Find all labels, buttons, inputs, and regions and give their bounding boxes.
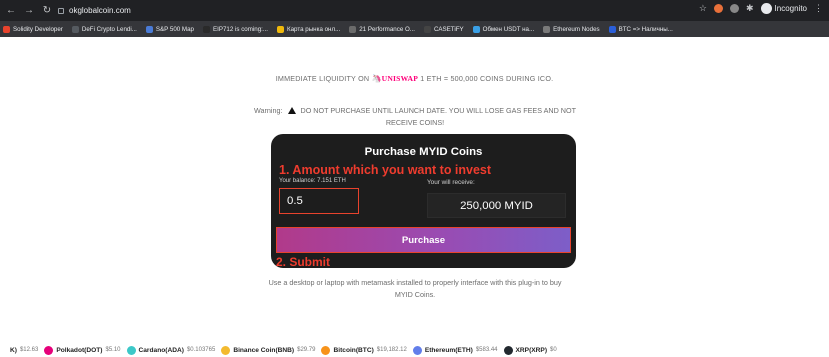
warning-message: Warning: DO NOT PURCHASE UNTIL LAUNCH DA…: [254, 106, 576, 127]
receive-label: Your will receive:: [427, 179, 475, 186]
uniswap-logo-text: UNISWAP: [381, 74, 419, 83]
star-icon[interactable]: ☆: [699, 3, 707, 14]
purchase-card: Purchase MYID Coins 1. Amount which you …: [271, 134, 576, 269]
price-ticker: K) $12.63 Polkadot(DOT) $5.10 Cardano(ADA)…: [0, 343, 829, 357]
ticker-item[interactable]: Cardano(ADA) $0.103765: [126, 345, 215, 355]
bookmark-item[interactable]: Обмен USDT на...: [472, 25, 534, 33]
bookmark-icon: [608, 25, 616, 33]
card-title: Purchase MYID Coins: [364, 146, 483, 158]
liquidity-banner: IMMEDIATE LIQUIDITY ON 🦄UNISWAP 1 ETH = …: [275, 74, 554, 83]
ticker-item[interactable]: Bitcoin(BTC) $19,182.12: [321, 345, 407, 355]
ticker-item[interactable]: Polkadot(DOT) $5.10: [44, 345, 121, 355]
bookmark-icon: [3, 25, 10, 33]
bookmark-icon: [472, 25, 480, 33]
receive-amount: 250,000 MYID: [427, 193, 566, 218]
ethereum-icon: [412, 345, 422, 355]
annotation-amount: 1. Amount which you want to invest: [279, 163, 492, 177]
warning-icon: [287, 107, 296, 114]
balance-label: Your balance: 7.151 ETH: [279, 178, 346, 184]
amount-field-wrapper: [279, 188, 359, 214]
bookmarks-bar: Solidity Developer DeFi Crypto Lendi... …: [0, 21, 829, 37]
bookmark-icon: [349, 25, 357, 33]
uniswap-unicorn-icon: 🦄: [371, 74, 382, 83]
page-content: IMMEDIATE LIQUIDITY ON 🦄UNISWAP 1 ETH = …: [0, 37, 829, 357]
purchase-button[interactable]: Purchase: [277, 228, 570, 252]
lock-icon: [58, 7, 64, 14]
bookmark-item[interactable]: CASETiFY: [423, 25, 464, 33]
ticker-item[interactable]: XRP(XRP) $0: [503, 345, 557, 355]
puzzle-icon[interactable]: ✱: [746, 3, 754, 14]
address-bar[interactable]: okglobalcoin.com: [58, 3, 378, 18]
amount-input[interactable]: [280, 189, 358, 213]
bookmark-item[interactable]: EIP712 is coming:...: [202, 25, 268, 33]
xrp-icon: [503, 345, 513, 355]
bookmark-icon: [145, 25, 153, 33]
incognito-icon: [760, 3, 772, 14]
extension-icon[interactable]: [713, 4, 723, 13]
ticker-item[interactable]: Binance Coin(BNB) $29.79: [221, 345, 315, 355]
back-arrow-icon[interactable]: ←: [4, 5, 18, 16]
bookmark-item[interactable]: BTC => Наличны...: [608, 25, 673, 33]
bookmark-icon: [202, 25, 210, 33]
bookmark-item[interactable]: Карта рынка онл...: [277, 25, 340, 33]
bookmark-item[interactable]: DeFi Crypto Lendi...: [71, 25, 137, 33]
ticker-item[interactable]: Ethereum(ETH) $583.44: [412, 345, 498, 355]
incognito-label: Incognito: [774, 4, 807, 13]
bookmark-icon: [543, 25, 551, 33]
browser-toolbar: ← → ↻ okglobalcoin.com ☆ ✱ Incognito ⋮: [0, 0, 829, 21]
bookmark-icon: [423, 25, 431, 33]
incognito-indicator[interactable]: Incognito: [760, 3, 807, 14]
bookmark-item[interactable]: Solidity Developer: [3, 25, 63, 33]
metamask-hint: Use a desktop or laptop with metamask in…: [268, 278, 562, 299]
bitcoin-icon: [321, 345, 331, 355]
binance-icon: [221, 345, 231, 355]
reload-icon[interactable]: ↻: [40, 5, 54, 16]
ticker-item[interactable]: K) $12.63: [10, 347, 38, 354]
bookmark-item[interactable]: S&P 500 Map: [145, 25, 194, 33]
purchase-button-highlight: Purchase: [276, 227, 571, 253]
cardano-icon: [126, 345, 136, 355]
bookmark-item[interactable]: Ethereum Nodes: [543, 25, 600, 33]
url-text: okglobalcoin.com: [69, 6, 131, 15]
menu-dots-icon[interactable]: ⋮: [814, 3, 823, 14]
bookmark-icon: [71, 25, 79, 33]
bookmark-icon: [277, 25, 285, 33]
extension-icon[interactable]: [729, 4, 739, 13]
bookmark-item[interactable]: 21 Performance O...: [349, 25, 415, 33]
polkadot-icon: [44, 345, 54, 355]
annotation-submit: 2. Submit: [276, 255, 331, 269]
forward-arrow-icon[interactable]: →: [22, 5, 36, 16]
